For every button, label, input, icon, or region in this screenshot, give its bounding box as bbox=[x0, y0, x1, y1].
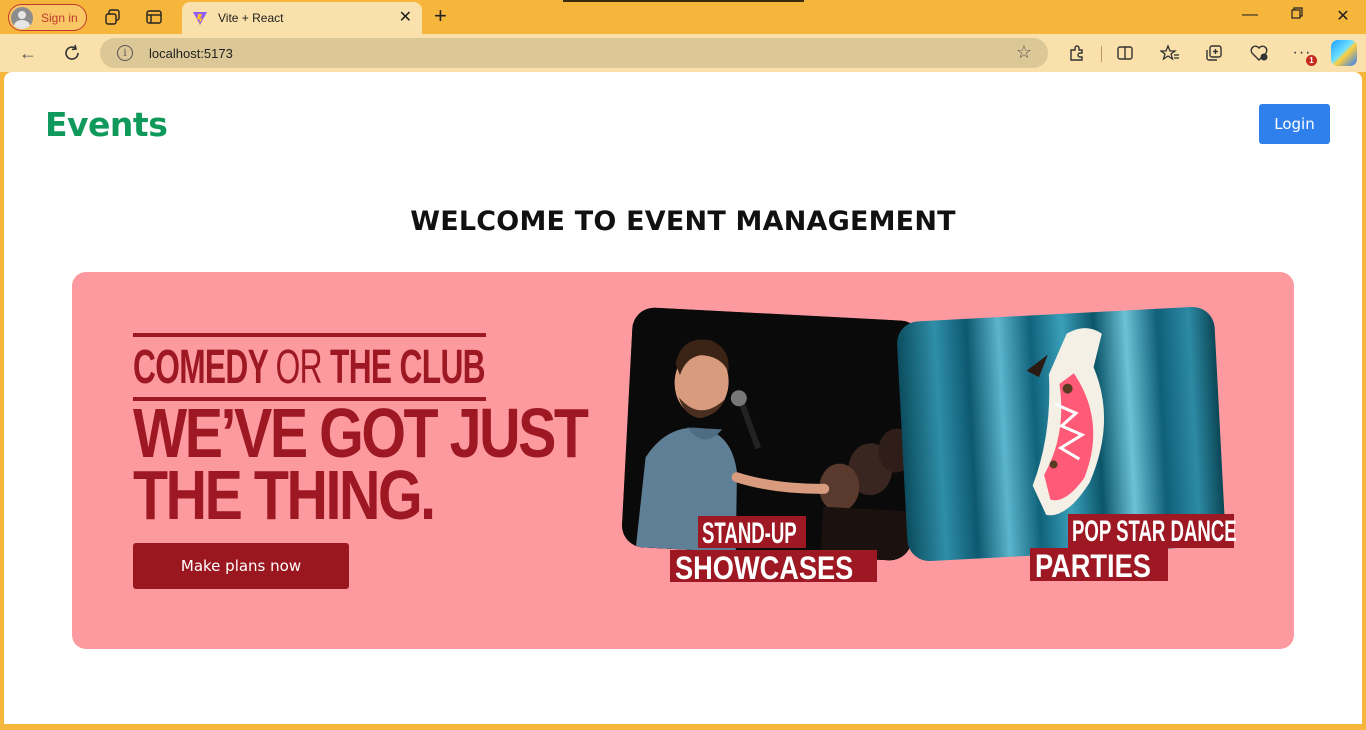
tab-vite-react[interactable]: Vite + React ✕ bbox=[182, 2, 422, 34]
banner-tagline: COMEDY OR THE CLUB bbox=[133, 340, 486, 395]
refresh-icon[interactable] bbox=[61, 42, 83, 64]
workspaces-icon[interactable] bbox=[103, 7, 123, 27]
headline-line-1: WE’VE GOT JUST bbox=[133, 394, 589, 472]
tagline-or: OR bbox=[275, 341, 323, 394]
dance-caption-top: POP STAR DANCE bbox=[1068, 514, 1237, 548]
profile-avatar-icon bbox=[11, 6, 33, 29]
minimize-icon[interactable]: — bbox=[1238, 6, 1262, 24]
page-viewport: Events Login WELCOME TO EVENT MANAGEMENT… bbox=[4, 72, 1362, 724]
settings-more-icon[interactable]: ··· 1 bbox=[1291, 42, 1317, 66]
banner-rule-top bbox=[133, 333, 486, 337]
sign-in-button[interactable]: Sign in bbox=[8, 4, 87, 31]
banner-headline: WE’VE GOT JUST THE THING. bbox=[133, 394, 589, 534]
favorite-star-icon[interactable]: ☆ bbox=[1016, 43, 1032, 61]
tab-title: Vite + React bbox=[218, 11, 284, 25]
notification-badge: 1 bbox=[1306, 55, 1317, 66]
toolbar-divider bbox=[1101, 46, 1102, 62]
collections-icon[interactable] bbox=[1203, 42, 1225, 64]
sign-in-label: Sign in bbox=[41, 10, 78, 25]
dance-caption-bottom: PARTIES bbox=[1030, 548, 1168, 582]
make-plans-button[interactable]: Make plans now bbox=[133, 543, 349, 589]
new-tab-icon[interactable]: + bbox=[434, 5, 447, 27]
close-tab-icon[interactable]: ✕ bbox=[399, 10, 412, 26]
comedy-caption-top: STAND-UP bbox=[698, 516, 806, 549]
headline-line-2: THE THING. bbox=[133, 456, 436, 534]
address-url[interactable]: localhost:5173 bbox=[149, 46, 233, 61]
comedy-caption-bottom: SHOWCASES bbox=[670, 550, 877, 584]
promo-banner: COMEDY OR THE CLUB WE’VE GOT JUST THE TH… bbox=[72, 272, 1294, 649]
browser-essentials-icon[interactable] bbox=[1248, 42, 1270, 64]
tagline-club: THE CLUB bbox=[330, 341, 486, 394]
favorites-icon[interactable] bbox=[1159, 42, 1181, 64]
back-arrow-icon[interactable]: ← bbox=[17, 42, 39, 64]
tagline-comedy: COMEDY bbox=[133, 341, 268, 394]
site-info-icon[interactable]: i bbox=[117, 45, 133, 61]
browser-title-bar: Sign in Vite + React ✕ + — ✕ bbox=[0, 0, 1366, 34]
browser-toolbar: ← i localhost:5173 ☆ ··· 1 bbox=[0, 34, 1366, 72]
login-button[interactable]: Login bbox=[1259, 104, 1330, 144]
close-window-icon[interactable]: ✕ bbox=[1331, 6, 1355, 26]
vite-logo-icon bbox=[193, 12, 207, 25]
welcome-heading: WELCOME TO EVENT MANAGEMENT bbox=[410, 206, 956, 237]
extensions-icon[interactable] bbox=[1066, 42, 1088, 64]
split-screen-icon[interactable] bbox=[1114, 42, 1136, 64]
brand-logo[interactable]: Events bbox=[45, 105, 168, 144]
copilot-icon[interactable] bbox=[1331, 40, 1357, 66]
address-bar[interactable]: i localhost:5173 ☆ bbox=[100, 38, 1048, 68]
vertical-tabs-icon[interactable] bbox=[144, 7, 164, 27]
restore-icon[interactable] bbox=[1285, 6, 1309, 24]
window-top-accent bbox=[563, 0, 804, 2]
